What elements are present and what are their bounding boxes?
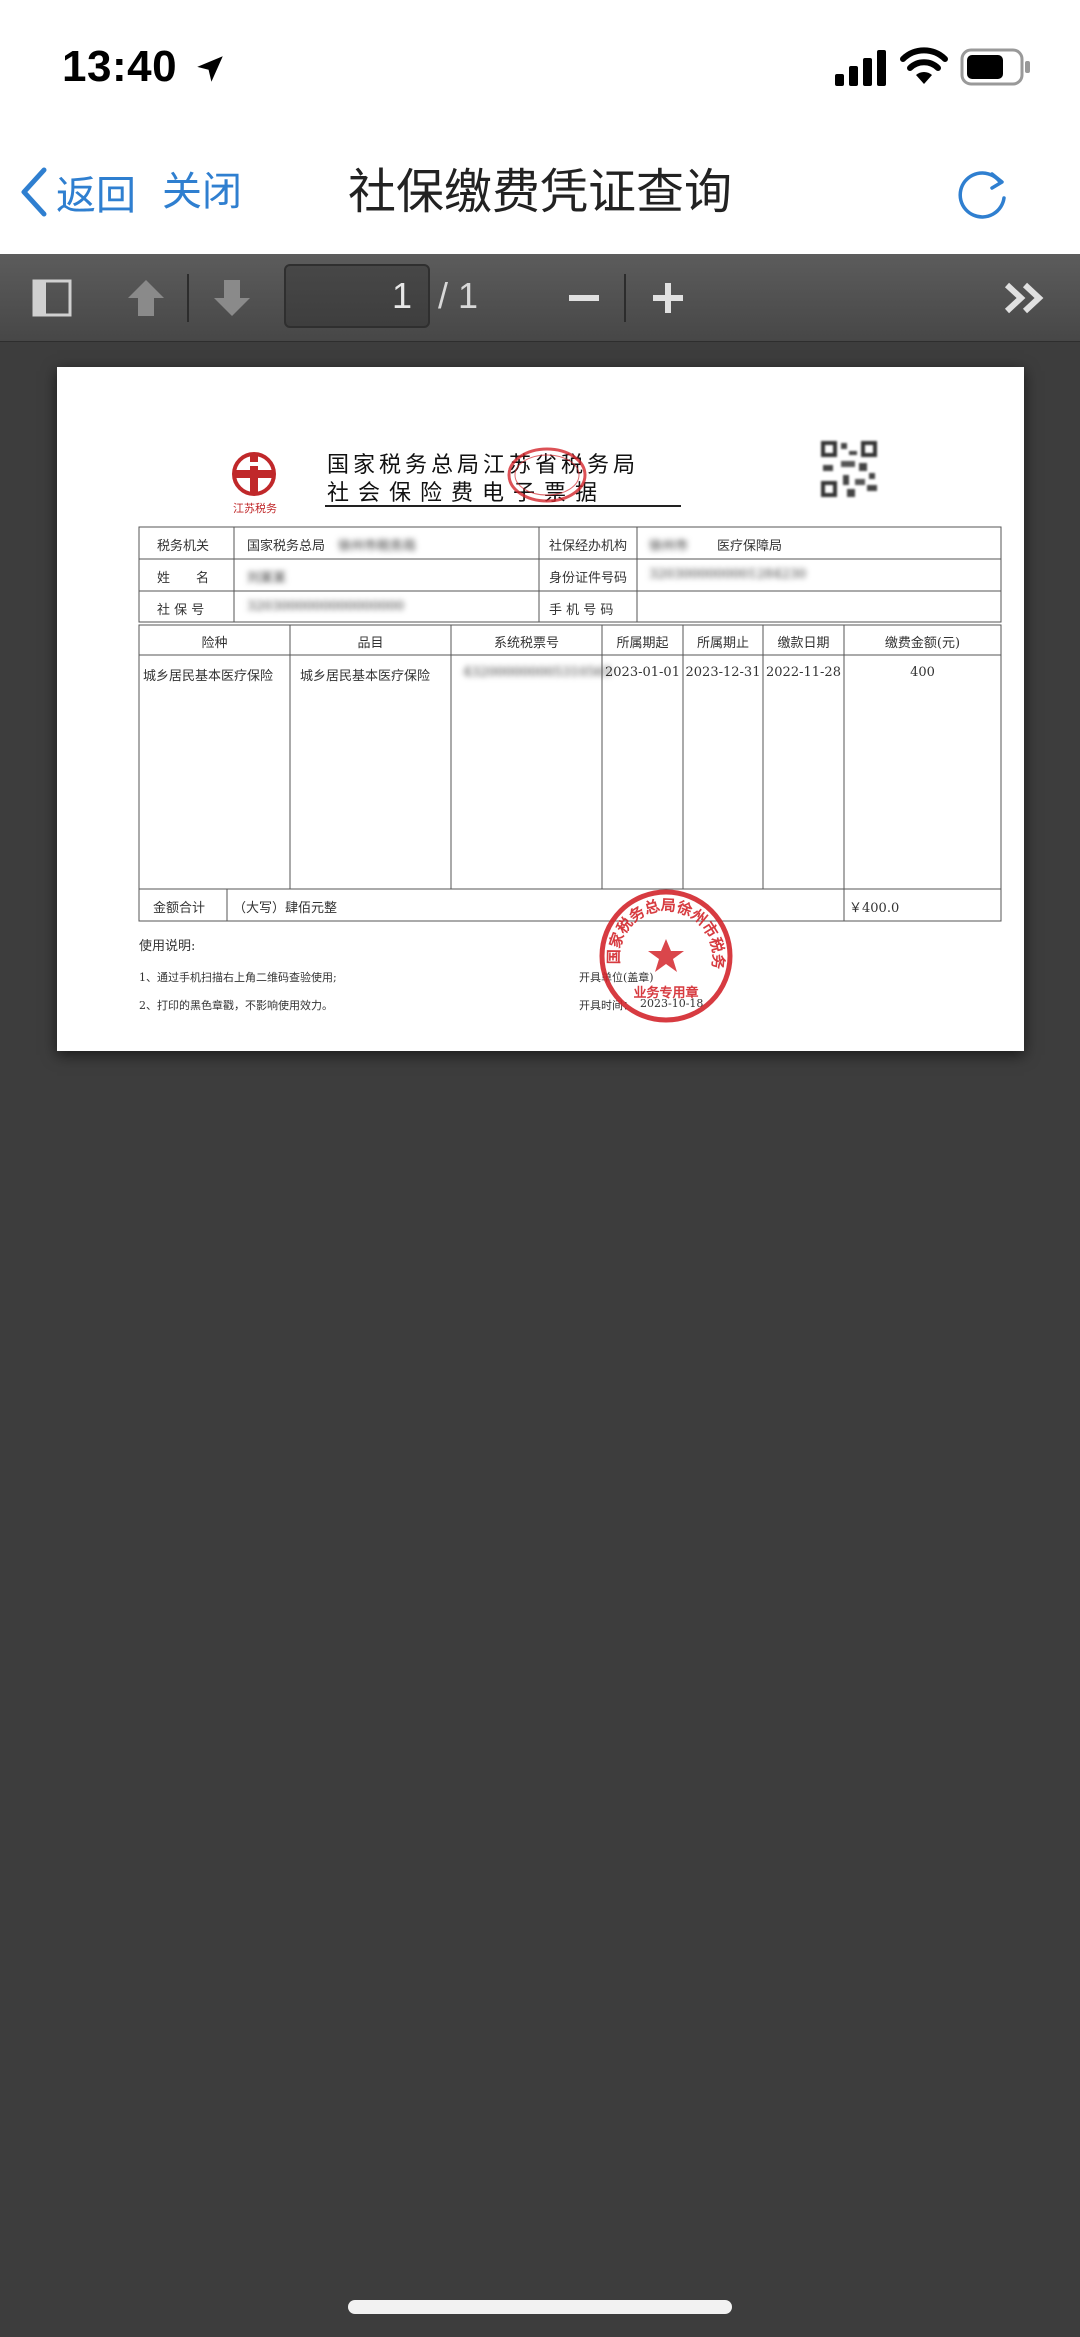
refresh-icon[interactable] [952, 164, 1012, 224]
value-name-redacted: 刘某某 [247, 571, 287, 586]
column-header-payment-date: 缴款日期 [777, 636, 830, 651]
minus-icon [569, 295, 599, 301]
close-button[interactable]: 关闭 [162, 162, 242, 222]
arrow-down-icon [214, 280, 250, 316]
wifi-icon [900, 47, 948, 84]
total-label: 金额合计 [153, 901, 206, 916]
navigation-bar: 社保缴费凭证查询 返回 关闭 [0, 138, 1080, 254]
toolbar-separator [187, 274, 189, 322]
usage-title: 使用说明: [139, 939, 196, 954]
value-tax-authority-redacted: 徐州市税务局 [338, 539, 417, 554]
pdf-page[interactable]: 江苏税务 国家税务总局江苏省税务局 社会保险费电子票据 税务机关 国家税务总局 … [57, 367, 1024, 1051]
value-social-agency: 医疗保障局 [717, 539, 783, 554]
column-header-period-start: 所属期起 [616, 636, 669, 651]
more-tools-button[interactable] [998, 272, 1050, 324]
cellular-signal-icon [835, 50, 886, 86]
status-bar: 13:40 [0, 0, 1080, 138]
usage-note-1: 1、通过手机扫描右上角二维码查验使用; [139, 971, 337, 984]
back-button[interactable]: 返回 [18, 162, 136, 222]
label-tax-authority: 税务机关 [157, 539, 210, 554]
zoom-out-button[interactable] [558, 272, 610, 324]
value-id-number-redacted: 3203000000001284230 [649, 567, 807, 582]
toolbar-separator [624, 274, 626, 322]
previous-page-button[interactable] [120, 272, 172, 324]
location-arrow-icon [197, 56, 223, 82]
total-amount: ￥400.0 [849, 901, 900, 916]
table-cell-period-end: 2023-12-31 [685, 665, 761, 680]
battery-icon [960, 48, 1030, 86]
table-cell-insurance-type: 城乡居民基本医疗保险 [143, 669, 274, 684]
total-in-words: （大写）肆佰元整 [233, 901, 338, 916]
home-indicator[interactable] [348, 2300, 732, 2314]
sidebar-toggle-button[interactable] [26, 272, 78, 324]
table-cell-ticket-number-redacted: 432000000005310565 [463, 665, 612, 680]
column-header-period-end: 所属期止 [696, 636, 749, 651]
value-social-agency-redacted: 徐州市 [649, 539, 689, 554]
next-page-button[interactable] [206, 272, 258, 324]
zoom-in-button[interactable] [642, 272, 694, 324]
column-header-item: 品目 [357, 636, 384, 651]
svg-text:业务专用章: 业务专用章 [633, 985, 698, 1001]
official-seal-stamp: 国家税务总局徐州市税务局 业务专用章 [597, 887, 733, 1023]
label-social-security-number: 社 保 号 [157, 603, 205, 618]
plus-icon [653, 283, 683, 313]
table-cell-period-start: 2023-01-01 [605, 665, 680, 680]
page-number-input[interactable]: 1 [284, 264, 430, 328]
label-phone: 手 机 号 码 [549, 603, 614, 618]
table-cell-item: 城乡居民基本医疗保险 [300, 669, 431, 684]
label-id-number: 身份证件号码 [549, 571, 628, 586]
usage-note-2: 2、打印的黑色章戳，不影响使用效力。 [139, 999, 333, 1012]
column-header-insurance-type: 险种 [201, 636, 228, 651]
label-name: 姓 名 [157, 571, 210, 586]
page-total: / 1 [438, 275, 479, 316]
back-label: 返回 [56, 173, 136, 219]
table-cell-amount: 400 [910, 665, 935, 680]
arrow-up-icon [128, 280, 164, 316]
double-chevron-right-icon [1004, 282, 1044, 314]
label-social-agency: 社保经办机构 [549, 539, 628, 554]
invoice-table-grid [138, 526, 1002, 922]
value-social-security-number-redacted: 3203000000000000000 [247, 599, 405, 614]
column-header-amount: 缴费金额(元) [884, 636, 961, 651]
pdf-toolbar: 1 / 1 [0, 254, 1080, 342]
column-header-ticket-number: 系统税票号 [493, 636, 559, 651]
sidebar-icon [32, 279, 72, 317]
chevron-left-icon [21, 167, 47, 217]
table-cell-payment-date: 2022-11-28 [766, 665, 841, 680]
status-time: 13:40 [62, 42, 178, 91]
value-tax-authority: 国家税务总局 [247, 539, 326, 554]
